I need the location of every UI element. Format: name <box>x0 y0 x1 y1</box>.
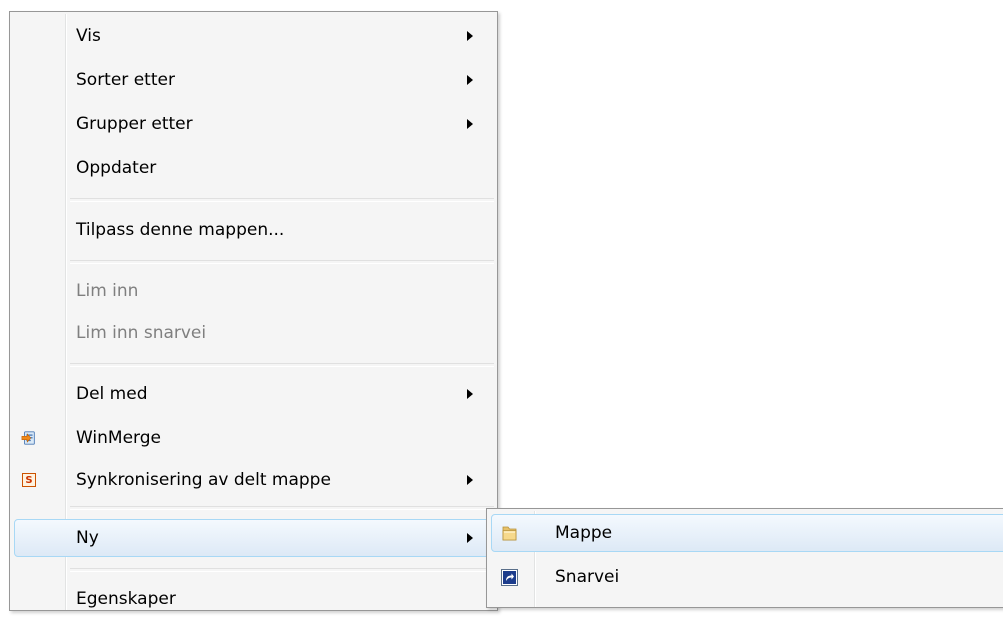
menu-item-label: Tilpass denne mappen... <box>76 220 285 240</box>
submenu-arrow-icon <box>467 75 473 85</box>
menu-item-winmerge[interactable]: WinMerge <box>10 417 497 459</box>
submenu-item-mappe[interactable]: Mappe <box>487 512 1003 554</box>
menu-item-label: Oppdater <box>76 158 157 178</box>
new-submenu: Mappe Snarvei <box>486 508 1003 608</box>
menu-item-label: Lim inn snarvei <box>76 323 207 343</box>
menu-item-ny[interactable]: Ny <box>10 517 497 559</box>
menu-separator <box>70 363 494 367</box>
submenu-item-label: Snarvei <box>555 567 620 587</box>
menu-separator <box>70 260 494 264</box>
menu-item-label: Egenskaper <box>76 589 176 609</box>
submenu-arrow-icon <box>467 475 473 485</box>
menu-item-del-med[interactable]: Del med <box>10 373 497 415</box>
menu-item-synkronisering[interactable]: S Synkronisering av delt mappe <box>10 459 497 501</box>
submenu-item-label: Mappe <box>555 523 613 543</box>
menu-item-lim-inn-snarvei: Lim inn snarvei <box>10 312 497 354</box>
submenu-arrow-icon <box>467 533 473 543</box>
submenu-arrow-icon <box>467 31 473 41</box>
menu-item-vis[interactable]: Vis <box>10 15 497 57</box>
menu-separator <box>70 198 494 202</box>
menu-separator <box>70 506 494 510</box>
menu-item-label: Sorter etter <box>76 70 175 90</box>
menu-item-label: Grupper etter <box>76 114 193 134</box>
submenu-arrow-icon <box>467 389 473 399</box>
menu-item-lim-inn: Lim inn <box>10 270 497 312</box>
menu-item-label: Vis <box>76 26 101 46</box>
menu-item-sorter-etter[interactable]: Sorter etter <box>10 59 497 101</box>
winmerge-icon <box>21 430 37 446</box>
menu-item-label: WinMerge <box>76 428 161 448</box>
context-menu: Vis Sorter etter Grupper etter Oppdater … <box>9 11 498 611</box>
menu-item-label: Lim inn <box>76 281 139 301</box>
menu-item-tilpass-denne-mappen[interactable]: Tilpass denne mappen... <box>10 209 497 251</box>
menu-item-label: Synkronisering av delt mappe <box>76 470 331 490</box>
submenu-item-snarvei[interactable]: Snarvei <box>487 556 1003 598</box>
menu-separator <box>70 568 494 572</box>
menu-item-label: Ny <box>76 528 99 548</box>
folder-icon <box>501 524 518 542</box>
shortcut-icon <box>501 568 518 586</box>
menu-item-egenskaper[interactable]: Egenskaper <box>10 578 497 620</box>
submenu-arrow-icon <box>467 119 473 129</box>
menu-item-grupper-etter[interactable]: Grupper etter <box>10 103 497 145</box>
sync-s-icon: S <box>21 472 37 488</box>
menu-item-label: Del med <box>76 384 148 404</box>
menu-item-oppdater[interactable]: Oppdater <box>10 147 497 189</box>
